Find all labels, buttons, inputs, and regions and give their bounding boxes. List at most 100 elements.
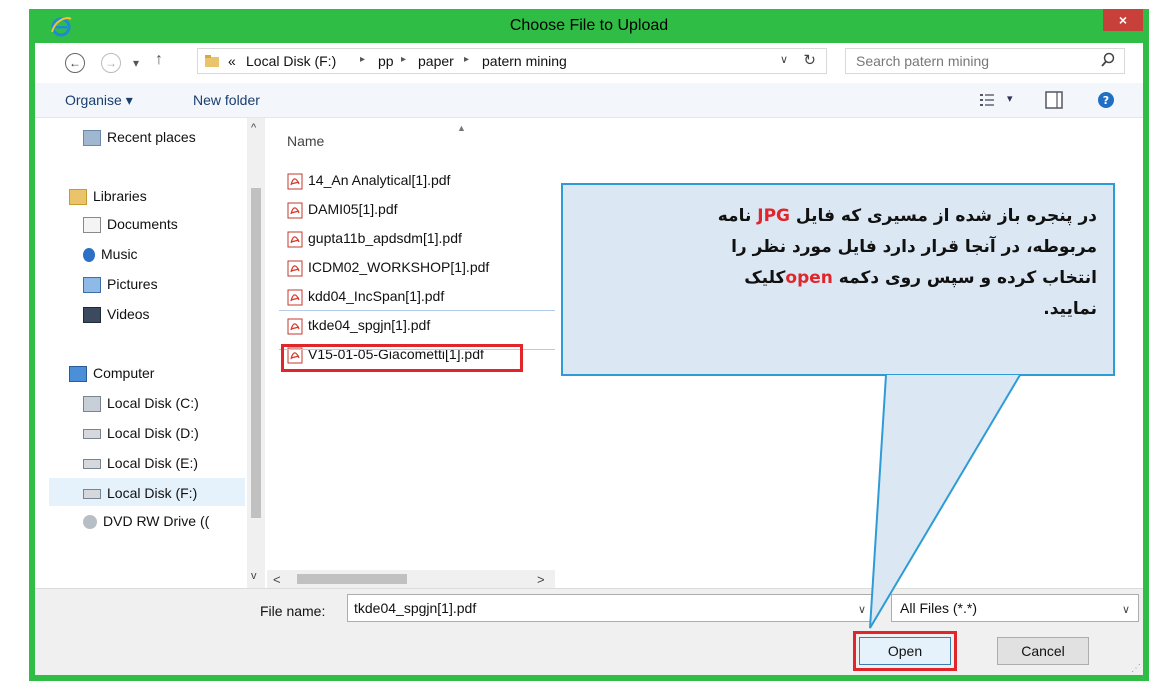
chevron-down-icon[interactable]: ∨ [1122, 603, 1130, 616]
nav-label: Pictures [107, 276, 158, 292]
callout-line3-a: انتخاب کرده و سپس روی دکمه [832, 268, 1097, 288]
instruction-callout: در پنجره باز شده از مسیری که فایل JPG نا… [561, 183, 1115, 376]
nav-recent-places[interactable]: Recent places [83, 127, 196, 147]
callout-line1-a: در پنجره باز شده از مسیری که فایل [790, 206, 1097, 226]
nav-local-disk-c[interactable]: Local Disk (C:) [83, 393, 199, 413]
scroll-right-icon[interactable]: > [537, 572, 545, 587]
nav-computer[interactable]: Computer [69, 363, 154, 383]
forward-button[interactable]: → [101, 53, 121, 73]
list-item[interactable]: ICDM02_WORKSHOP[1].pdf [287, 256, 489, 278]
view-options-dropdown[interactable]: ▾ [1007, 92, 1013, 105]
pdf-file-icon [287, 260, 303, 277]
list-item-selected[interactable]: tkde04_spgjn[1].pdf [287, 314, 430, 336]
callout-text: در پنجره باز شده از مسیری که فایل JPG نا… [579, 201, 1097, 325]
file-type-select[interactable]: All Files (*.*) ∨ [891, 594, 1139, 622]
nav-label: DVD RW Drive (( [103, 513, 210, 529]
videos-icon [83, 307, 101, 324]
new-folder-button[interactable]: New folder [193, 92, 260, 108]
nav-label: Videos [107, 306, 150, 322]
scroll-left-icon[interactable]: < [273, 572, 281, 587]
disk-icon [83, 489, 101, 500]
nav-label: Local Disk (F:) [107, 485, 198, 501]
recent-places-icon [83, 130, 101, 147]
command-toolbar: Organise ▾ New folder ▾ ? [35, 83, 1143, 118]
nav-label: Local Disk (D:) [107, 425, 199, 441]
nav-documents[interactable]: Documents [83, 214, 178, 234]
nav-local-disk-f[interactable]: Local Disk (F:) [83, 483, 197, 503]
address-bar[interactable]: « Local Disk (F:) ▸ pp ▸ paper ▸ patern … [197, 48, 827, 74]
nav-dvd-drive[interactable]: DVD RW Drive (( [83, 511, 209, 531]
list-item[interactable]: gupta11b_apdsdm[1].pdf [287, 227, 462, 249]
window-title: Choose File to Upload [509, 17, 669, 34]
file-name: ICDM02_WORKSHOP[1].pdf [308, 259, 490, 275]
chevron-down-icon[interactable]: ∨ [858, 603, 866, 616]
scroll-down-icon[interactable]: v [251, 570, 257, 582]
pictures-icon [83, 277, 101, 294]
cancel-button[interactable]: Cancel [997, 637, 1089, 665]
crumb-patern-mining[interactable]: patern mining [482, 53, 567, 69]
file-name: DAMI05[1].pdf [308, 201, 398, 217]
resize-grip-icon[interactable]: ⋰ [1131, 663, 1141, 674]
callout-open: open [785, 268, 833, 288]
callout-line2: مربوطه، در آنجا قرار دارد فایل مورد نظر … [731, 237, 1097, 257]
file-name-field[interactable]: tkde04_spgjn[1].pdf ∨ [347, 594, 875, 622]
crumb-local-disk-f[interactable]: Local Disk (F:) [246, 53, 336, 69]
close-button[interactable]: × [1103, 9, 1143, 31]
callout-jpg: JPG [757, 206, 791, 226]
pdf-file-icon [287, 173, 303, 190]
back-button[interactable]: ← [65, 53, 85, 73]
scroll-up-icon[interactable]: ^ [251, 122, 256, 134]
file-name-value: tkde04_spgjn[1].pdf [354, 600, 477, 616]
nav-label: Local Disk (E:) [107, 455, 199, 471]
search-icon [1101, 52, 1115, 67]
libraries-icon [69, 189, 87, 206]
nav-music[interactable]: Music [83, 244, 138, 264]
disk-icon [83, 459, 101, 470]
change-view-icon[interactable] [979, 93, 995, 107]
nav-videos[interactable]: Videos [83, 304, 150, 324]
crumb-paper[interactable]: paper [418, 53, 454, 69]
sort-ascending-icon: ▲ [457, 123, 466, 133]
nav-label: Music [101, 246, 138, 262]
recent-locations-button[interactable]: ▾ [133, 56, 139, 70]
nav-local-disk-e[interactable]: Local Disk (E:) [83, 453, 198, 473]
title-bar: Choose File to Upload × [29, 9, 1149, 43]
svg-text:?: ? [1103, 94, 1109, 107]
dvd-icon [83, 515, 97, 530]
disk-icon [83, 429, 101, 440]
preview-pane-icon[interactable] [1045, 91, 1063, 109]
address-dropdown-icon[interactable]: ∨ [780, 53, 788, 66]
nav-label: Libraries [93, 188, 147, 204]
pdf-file-icon [287, 231, 303, 248]
list-item[interactable]: DAMI05[1].pdf [287, 198, 398, 220]
pdf-file-icon [287, 289, 303, 306]
navigation-scrollbar[interactable]: ^ v [247, 118, 265, 588]
up-button[interactable]: ↑ [155, 51, 163, 69]
nav-local-disk-d[interactable]: Local Disk (D:) [83, 423, 199, 443]
list-item[interactable]: kdd04_IncSpan[1].pdf [287, 285, 444, 307]
navigation-pane: Recent places Libraries Documents Music … [35, 118, 265, 588]
address-overflow[interactable]: « [228, 53, 236, 69]
search-placeholder: Search patern mining [856, 53, 990, 69]
nav-label: Local Disk (C:) [107, 395, 199, 411]
file-name: tkde04_spgjn[1].pdf [308, 317, 431, 333]
column-header-name[interactable]: Name [287, 133, 324, 149]
music-icon [83, 248, 95, 263]
help-icon[interactable]: ? [1097, 91, 1115, 109]
nav-pictures[interactable]: Pictures [83, 274, 158, 294]
scroll-thumb[interactable] [297, 574, 407, 584]
search-input[interactable]: Search patern mining [845, 48, 1125, 74]
crumb-separator: ▸ [401, 54, 407, 65]
file-name: kdd04_IncSpan[1].pdf [308, 288, 445, 304]
list-item[interactable]: 14_An Analytical[1].pdf [287, 169, 450, 191]
callout-line1-b: نامه [717, 206, 758, 226]
nav-libraries[interactable]: Libraries [69, 186, 147, 206]
refresh-icon[interactable]: ↻ [803, 51, 816, 69]
file-list-hscrollbar[interactable]: < > [267, 570, 555, 588]
organise-menu[interactable]: Organise ▾ [65, 92, 133, 109]
dialog-footer: File name: tkde04_spgjn[1].pdf ∨ All Fil… [35, 588, 1143, 675]
callout-line3-b: کلیک [744, 268, 786, 288]
crumb-pp[interactable]: pp [378, 53, 394, 69]
file-name-label: File name: [260, 603, 326, 619]
scroll-thumb[interactable] [251, 188, 261, 518]
